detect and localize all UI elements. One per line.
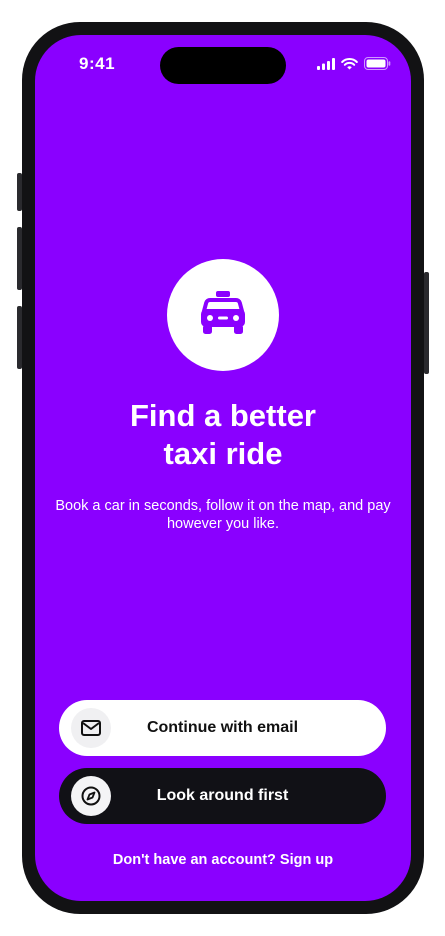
taxi-icon: [199, 290, 247, 341]
status-icons: [317, 57, 391, 75]
app-screen: 9:41 Find a better taxi ride Book a car …: [35, 35, 411, 901]
wifi-icon: [341, 57, 358, 75]
taxi-logo-badge: [167, 259, 279, 371]
page-subtitle: Book a car in seconds, follow it on the …: [55, 498, 391, 532]
signal-icon: [317, 57, 335, 75]
dynamic-island: [160, 47, 286, 84]
phone-frame: 9:41 Find a better taxi ride Book a car …: [22, 22, 424, 914]
sign-up-link[interactable]: Sign up: [280, 852, 333, 868]
compass-icon: [71, 776, 111, 816]
signup-prompt: Don't have an account? Sign up: [35, 852, 411, 868]
device-stage: 9:41 Find a better taxi ride Book a car …: [0, 0, 445, 936]
page-title: Find a better taxi ride: [129, 398, 316, 471]
status-time: 9:41: [79, 54, 116, 73]
look-around-button[interactable]: Look around first: [59, 768, 386, 824]
battery-icon: [364, 57, 391, 75]
mail-icon: [71, 708, 111, 748]
signup-prompt-text: Don't have an account?: [112, 852, 276, 868]
power-button: [424, 272, 429, 374]
continue-with-email-button[interactable]: Continue with email: [59, 700, 386, 756]
